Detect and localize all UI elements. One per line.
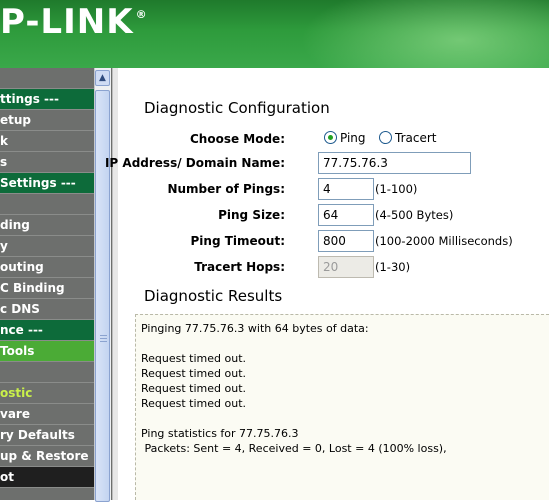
sidebar-item[interactable]: outing bbox=[0, 257, 96, 278]
hops-hint: (1-30) bbox=[375, 260, 411, 274]
diag-config-title: Diagnostic Configuration bbox=[144, 99, 330, 117]
sidebar-item[interactable]: nce --- bbox=[0, 320, 96, 341]
sidebar-item[interactable]: k bbox=[0, 131, 96, 152]
mode-label: Choose Mode: bbox=[189, 132, 285, 146]
sidebar-item[interactable]: etup bbox=[0, 110, 96, 131]
ip-address-input[interactable] bbox=[318, 152, 471, 174]
result-line: Pinging 77.75.76.3 with 64 bytes of data… bbox=[141, 322, 369, 335]
size-label: Ping Size: bbox=[218, 208, 285, 222]
ip-label: IP Address/ Domain Name: bbox=[104, 156, 285, 170]
size-row: Ping Size: (4-500 Bytes) bbox=[120, 204, 549, 226]
sidebar-item[interactable]: Tools bbox=[0, 341, 96, 362]
tracert-radio-label[interactable]: Tracert bbox=[395, 131, 436, 145]
sidebar-scrollbar[interactable]: ▲ bbox=[94, 68, 111, 502]
sidebar-item[interactable]: ot bbox=[0, 467, 96, 488]
sidebar-item[interactable] bbox=[0, 68, 96, 89]
sidebar-item[interactable]: ostic bbox=[0, 383, 96, 404]
result-line: Packets: Sent = 4, Received = 0, Lost = … bbox=[141, 442, 447, 455]
mode-row: Choose Mode: Ping Tracert bbox=[120, 128, 549, 150]
size-hint: (4-500 Bytes) bbox=[375, 208, 454, 222]
result-line: Request timed out. bbox=[141, 352, 247, 365]
ping-radio-label[interactable]: Ping bbox=[340, 131, 366, 145]
sidebar-item[interactable] bbox=[0, 362, 96, 383]
chevron-up-icon[interactable]: ▲ bbox=[95, 70, 110, 86]
sidebar-item[interactable]: ttings --- bbox=[0, 89, 96, 110]
sidebar-item[interactable] bbox=[0, 194, 96, 215]
timeout-hint: (100-2000 Milliseconds) bbox=[375, 234, 513, 248]
pings-hint: (1-100) bbox=[375, 182, 418, 196]
ping-timeout-input[interactable] bbox=[318, 230, 374, 252]
tp-link-logo: P-LINK ® bbox=[0, 2, 148, 42]
sidebar-item[interactable]: y bbox=[0, 236, 96, 257]
tracert-hops-input bbox=[318, 256, 374, 278]
header-banner: P-LINK ® bbox=[0, 0, 549, 68]
result-line bbox=[141, 411, 549, 426]
sidebar-item[interactable]: vare bbox=[0, 404, 96, 425]
hops-row: Tracert Hops: (1-30) bbox=[120, 256, 549, 278]
result-line bbox=[141, 336, 549, 351]
pings-label: Number of Pings: bbox=[167, 182, 285, 196]
result-line: Ping statistics for 77.75.76.3 bbox=[141, 427, 299, 440]
result-line: Request timed out. bbox=[141, 397, 247, 410]
sidebar-item[interactable]: ry Defaults bbox=[0, 425, 96, 446]
result-line: Request timed out. bbox=[141, 367, 247, 380]
result-line: Request timed out. bbox=[141, 382, 247, 395]
sidebar-item[interactable]: s bbox=[0, 152, 96, 173]
sidebar-item[interactable]: c DNS bbox=[0, 299, 96, 320]
sidebar-item[interactable]: C Binding bbox=[0, 278, 96, 299]
tracert-radio[interactable] bbox=[379, 131, 392, 144]
ping-size-input[interactable] bbox=[318, 204, 374, 226]
sidebar-item[interactable]: up & Restore bbox=[0, 446, 96, 467]
frame-divider bbox=[112, 68, 118, 500]
pings-row: Number of Pings: (1-100) bbox=[120, 178, 549, 200]
sidebar-item[interactable]: ding bbox=[0, 215, 96, 236]
timeout-label: Ping Timeout: bbox=[190, 234, 285, 248]
timeout-row: Ping Timeout: (100-2000 Milliseconds) bbox=[120, 230, 549, 252]
diag-results-title: Diagnostic Results bbox=[144, 287, 283, 305]
hops-label: Tracert Hops: bbox=[194, 260, 285, 274]
ping-radio[interactable] bbox=[324, 131, 337, 144]
scroll-thumb[interactable] bbox=[95, 90, 110, 502]
pings-input[interactable] bbox=[318, 178, 374, 200]
ip-row: IP Address/ Domain Name: bbox=[105, 152, 549, 174]
diag-results-box: Pinging 77.75.76.3 with 64 bytes of data… bbox=[135, 314, 549, 500]
sidebar-item[interactable]: Settings --- bbox=[0, 173, 96, 194]
